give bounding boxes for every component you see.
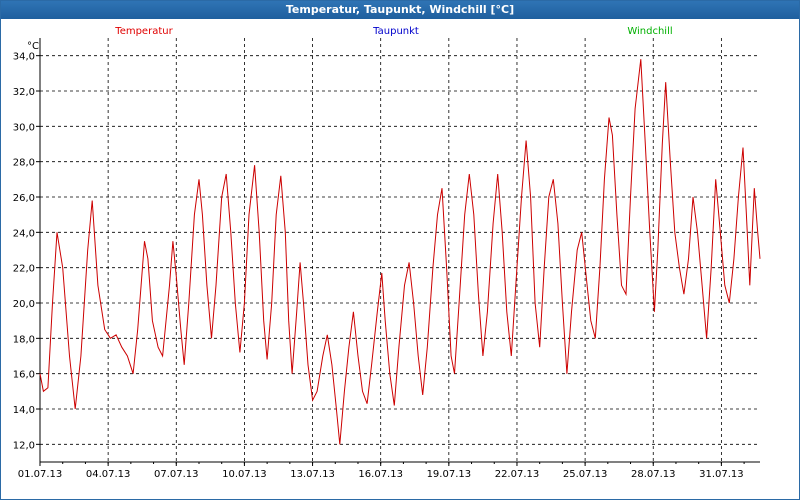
y-tick-label: 20,0 — [13, 299, 35, 310]
x-tick-label: 04.07.13 — [86, 469, 131, 480]
y-tick-label: 24,0 — [13, 228, 35, 239]
x-tick-label: 13.07.13 — [290, 469, 335, 480]
y-tick-label: 14,0 — [13, 405, 35, 416]
legend-entry: Temperatur — [114, 26, 173, 37]
y-tick-label: 18,0 — [13, 334, 35, 345]
legend: Temperatur Taupunkt Windchill — [114, 26, 672, 37]
series-layer — [39, 59, 761, 445]
y-ticks: 12,0 14,0 16,0 18,0 20,0 22,0 24,0 26,0 28,0 30,0… — [13, 52, 35, 452]
y-tick-label: 22,0 — [13, 264, 35, 275]
x-tick-label: 01.07.13 — [18, 469, 63, 480]
y-tick-label: 34,0 — [13, 52, 35, 63]
legend-entry: Windchill — [627, 26, 672, 37]
y-axis-unit: °C — [27, 41, 39, 52]
x-tick-label: 28.07.13 — [631, 469, 676, 480]
x-ticks: 01.07.13 04.07.13 07.07.13 10.07.13 13.07.13… — [18, 469, 744, 480]
x-tick-label: 31.07.13 — [699, 469, 744, 480]
y-tick-label: 26,0 — [13, 193, 35, 204]
y-tick-label: 12,0 — [13, 440, 35, 451]
series-line-temperatur — [39, 59, 761, 445]
y-tick-label: 28,0 — [13, 158, 35, 169]
x-tick-label: 16.07.13 — [358, 469, 403, 480]
legend-entry: Taupunkt — [372, 26, 419, 37]
x-tick-label: 22.07.13 — [495, 469, 540, 480]
x-tick-label: 10.07.13 — [222, 469, 267, 480]
grid — [40, 38, 760, 462]
x-tick-label: 07.07.13 — [154, 469, 199, 480]
x-tick-label: 25.07.13 — [563, 469, 608, 480]
y-tick-label: 16,0 — [13, 370, 35, 381]
x-tick-label: 19.07.13 — [427, 469, 472, 480]
y-tick-label: 30,0 — [13, 122, 35, 133]
y-tick-label: 32,0 — [13, 87, 35, 98]
line-chart: °C 12,0 14,0 16,0 18,0 20,0 22,0 24,0 26,0 28,0 3… — [13, 26, 761, 480]
